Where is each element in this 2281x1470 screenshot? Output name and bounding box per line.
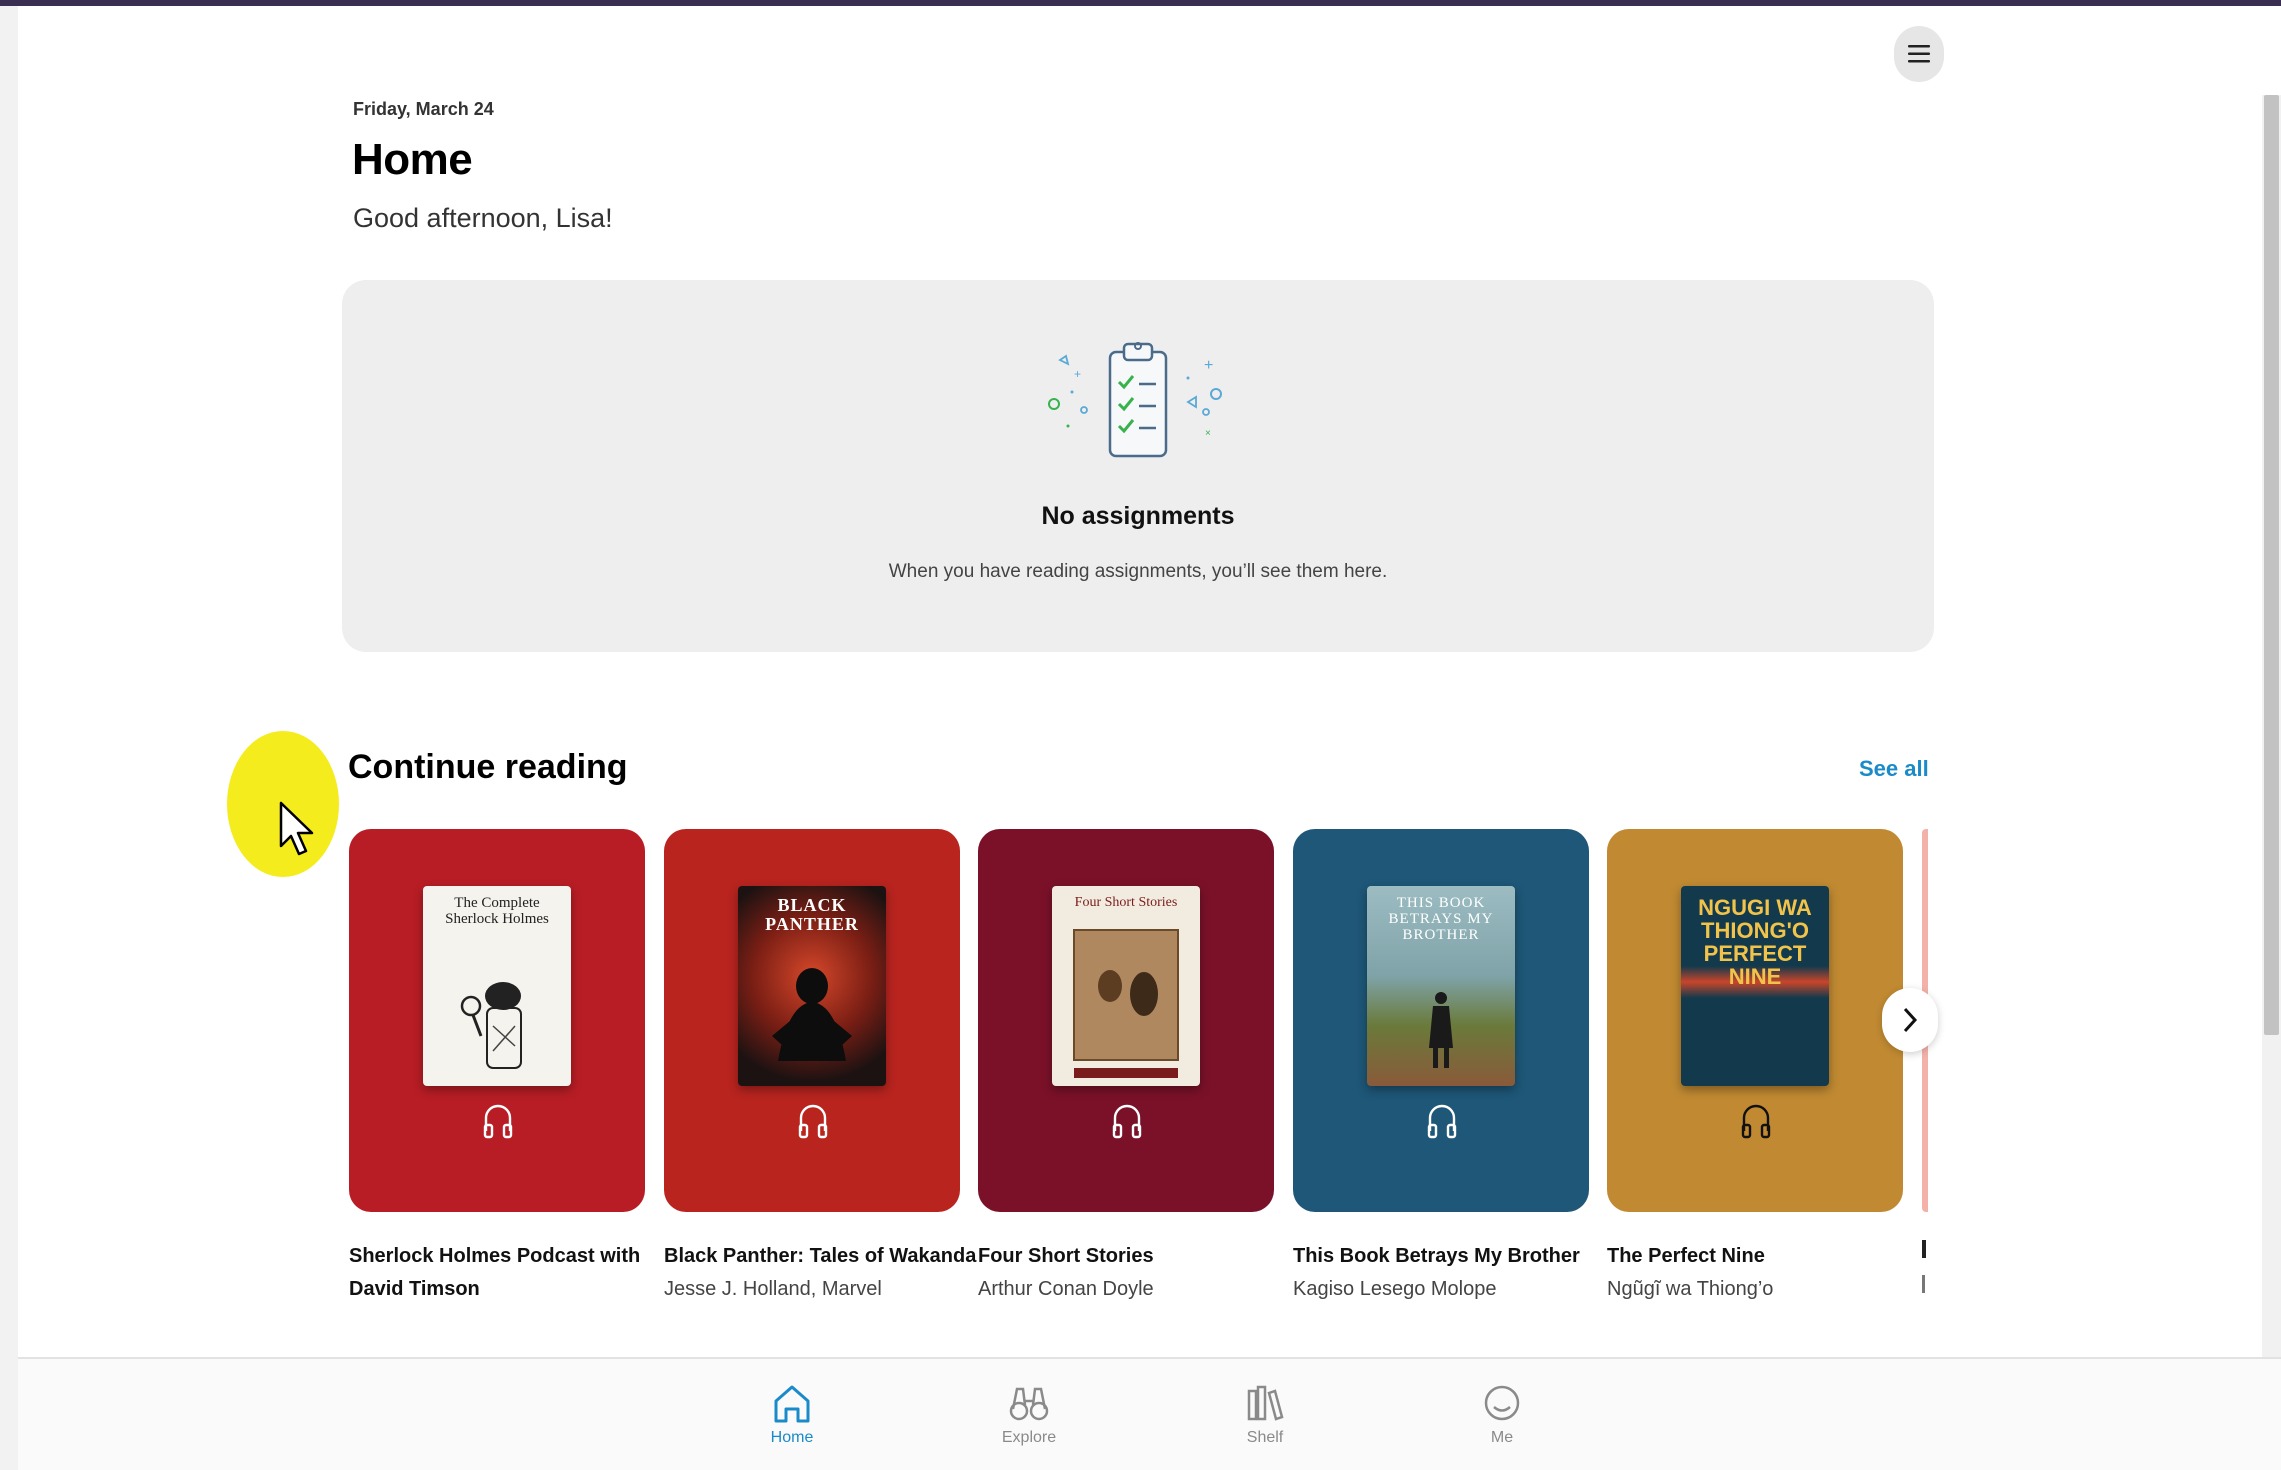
book-cover: Four Short Stories [1052, 886, 1200, 1086]
nav-item-explore[interactable]: Explore [979, 1381, 1079, 1447]
scrollbar-thumb[interactable] [2264, 95, 2279, 1035]
book-card[interactable]: Four Short Stories [978, 829, 1274, 1212]
book-cover: The Complete Sherlock Holmes [423, 886, 571, 1086]
walking-figure-illustration [1429, 992, 1453, 1068]
clipboard-checklist-icon: + + × [1048, 342, 1222, 458]
greeting: Good afternoon, Lisa! [353, 203, 613, 233]
book-item[interactable]: Four Short Stories Four Short Stories Ar… [978, 829, 1274, 1306]
headphones-icon [1741, 1104, 1771, 1139]
headphones-icon [798, 1104, 828, 1139]
book-title[interactable]: Sherlock Holmes Podcast with David Timso… [349, 1240, 645, 1306]
home-icon [774, 1385, 810, 1423]
book-cover: NGUGI WA THIONG'O PERFECT NINE [1681, 886, 1829, 1086]
detective-illustration-icon [460, 982, 522, 1069]
book-title[interactable]: Black Panther: Tales of Wakanda [664, 1240, 976, 1273]
chevron-right-icon [1903, 1007, 1918, 1033]
cover-title: NGUGI WA THIONG'O PERFECT NINE [1698, 895, 1812, 990]
mouse-cursor-icon [279, 801, 314, 856]
see-all-link[interactable]: See all [1859, 756, 1929, 782]
book-title[interactable]: Four Short Stories [978, 1240, 1274, 1273]
assignments-description: When you have reading assignments, you’l… [888, 561, 1388, 582]
nav-label: Explore [1001, 1429, 1057, 1446]
story-illustration [1073, 929, 1179, 1078]
svg-text:+: + [1204, 357, 1213, 374]
book-title[interactable]: This Book Betrays My Brother [1293, 1240, 1589, 1273]
nav-item-home[interactable]: Home [742, 1381, 842, 1447]
face-icon [1484, 1385, 1520, 1421]
headphones-icon [1427, 1104, 1457, 1139]
date-label: Friday, March 24 [353, 99, 494, 119]
continue-reading-title: Continue reading [348, 748, 628, 786]
book-author: Arthur Conan Doyle [978, 1278, 1154, 1300]
book-title-partial [1922, 1240, 1926, 1258]
book-cover: THIS BOOK BETRAYS MY BROTHER [1367, 886, 1515, 1086]
book-author: Jesse J. Holland, Marvel [664, 1278, 882, 1300]
binoculars-icon [1009, 1387, 1049, 1421]
menu-button[interactable] [1894, 26, 1944, 82]
nav-label: Home [770, 1429, 814, 1446]
book-card[interactable]: NGUGI WA THIONG'O PERFECT NINE [1607, 829, 1903, 1212]
top-border [0, 0, 2281, 6]
book-author: Ngũgĩ wa Thiong’o [1607, 1278, 1774, 1300]
book-item[interactable]: THIS BOOK BETRAYS MY BROTHER This Book B… [1293, 829, 1589, 1306]
nav-label: Shelf [1246, 1429, 1284, 1446]
book-card[interactable]: BLACK PANTHER [664, 829, 960, 1212]
panther-figure-illustration [772, 968, 852, 1061]
headphones-icon [483, 1104, 513, 1139]
book-author: Kagiso Lesego Molope [1293, 1278, 1497, 1300]
book-item[interactable]: NGUGI WA THIONG'O PERFECT NINE The Perfe… [1607, 829, 1903, 1306]
bookshelf-icon [1247, 1385, 1284, 1421]
svg-text:+: + [1074, 367, 1081, 381]
carousel-next-button[interactable] [1882, 988, 1938, 1052]
book-author-partial [1922, 1275, 1925, 1293]
left-edge [0, 6, 18, 1470]
book-item[interactable]: The Complete Sherlock Holmes Sherlock Ho… [349, 829, 645, 1306]
page-title: Home [352, 135, 473, 184]
book-item[interactable]: BLACK PANTHER Black Panther: Tales of Wa… [664, 829, 976, 1306]
bottom-navigation: Home Explore Shelf Me [18, 1357, 2281, 1470]
book-card[interactable]: The Complete Sherlock Holmes [349, 829, 645, 1212]
book-card[interactable]: THIS BOOK BETRAYS MY BROTHER [1293, 829, 1589, 1212]
assignments-title: No assignments [1041, 502, 1235, 530]
nav-item-me[interactable]: Me [1452, 1381, 1552, 1447]
book-cover: BLACK PANTHER [738, 886, 886, 1086]
headphones-icon [1112, 1104, 1142, 1139]
nav-item-shelf[interactable]: Shelf [1215, 1381, 1315, 1447]
book-title[interactable]: The Perfect Nine [1607, 1240, 1903, 1273]
hamburger-menu-icon [1908, 45, 1930, 63]
nav-label: Me [1490, 1429, 1514, 1446]
svg-text:×: × [1205, 428, 1211, 439]
